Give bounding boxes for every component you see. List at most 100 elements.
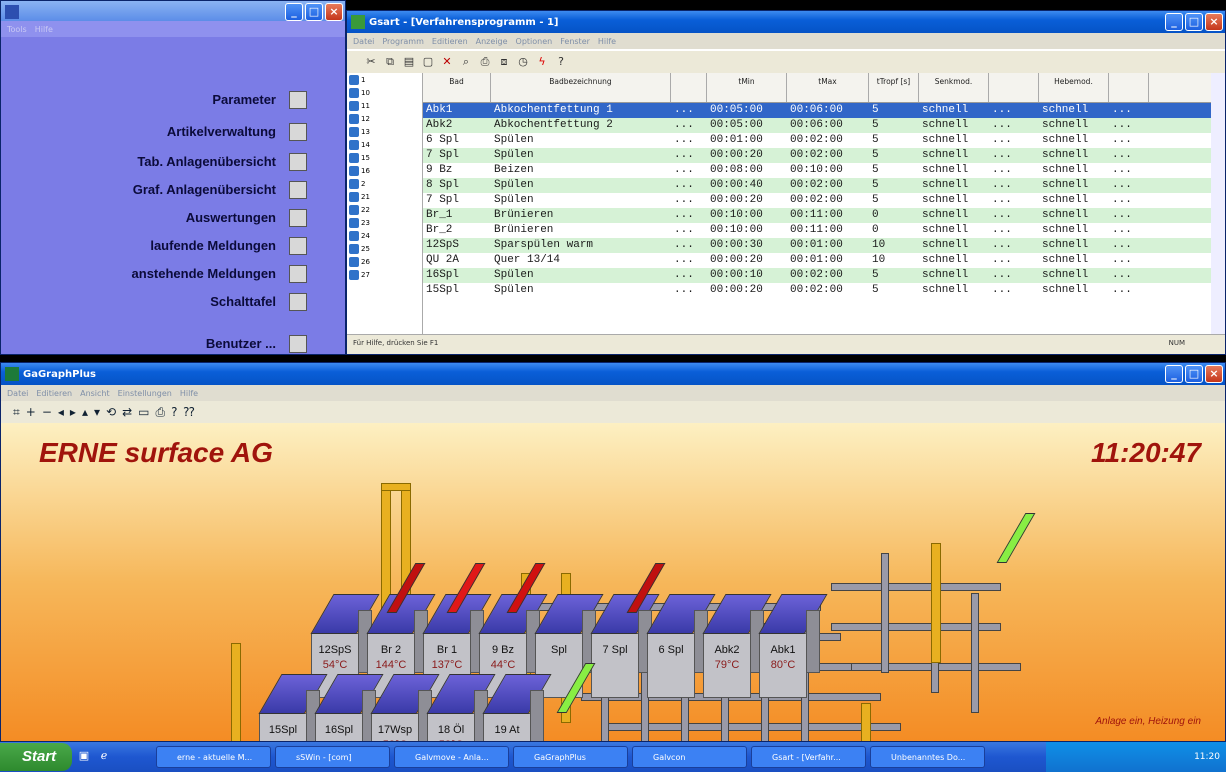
maximize-button[interactable]: □: [305, 3, 323, 21]
lightning-icon[interactable]: ϟ: [534, 54, 550, 70]
table-row[interactable]: 8 Spl Spülen... 00:00:40 00:02:00 5 schnell..…: [423, 178, 1211, 193]
taskbar-button[interactable]: erne - aktuelle M...: [156, 746, 271, 768]
menu-tools[interactable]: Tools: [7, 25, 27, 34]
tree-node[interactable]: 1: [349, 73, 422, 86]
menu-view[interactable]: Ansicht: [80, 389, 110, 398]
tank-front-2[interactable]: 17Wsp 53°C: [370, 674, 440, 741]
menu-settings[interactable]: Einstellungen: [118, 389, 172, 398]
tank-back-8[interactable]: Abk1 80°C: [758, 594, 828, 698]
main-menu-titlebar[interactable]: _ □ ×: [1, 1, 345, 21]
tree-node[interactable]: 15: [349, 151, 422, 164]
minimize-button[interactable]: _: [1165, 13, 1183, 31]
graph-tool-icon[interactable]: ⎙: [155, 405, 165, 420]
table-icon[interactable]: [289, 153, 307, 171]
table-row[interactable]: 7 Spl Spülen... 00:00:20 00:02:00 5 schnell..…: [423, 193, 1211, 208]
taskbar-button[interactable]: sSWin - [com]: [275, 746, 390, 768]
menu-button-7[interactable]: Schalttafel: [41, 291, 291, 313]
tree-node[interactable]: 14: [349, 138, 422, 151]
col-tdrip[interactable]: tTropf [s]: [869, 73, 919, 102]
menu-button-2[interactable]: Tab. Anlagenübersicht: [41, 151, 291, 173]
menu-button-4[interactable]: Auswertungen: [41, 207, 291, 229]
taskbar-button[interactable]: Galvcon: [632, 746, 747, 768]
switchboard-icon[interactable]: [289, 293, 307, 311]
tree-node[interactable]: 22: [349, 203, 422, 216]
col-bath-name[interactable]: Badbezeichnung: [491, 73, 671, 102]
menu-help[interactable]: Hilfe: [598, 37, 616, 46]
menu-edit[interactable]: Editieren: [36, 389, 72, 398]
chart-icon[interactable]: [289, 181, 307, 199]
close-button[interactable]: ×: [325, 3, 343, 21]
graph-tool-icon[interactable]: ▸: [70, 405, 76, 419]
graph-tool-icon[interactable]: ?: [171, 405, 177, 419]
maximize-button[interactable]: □: [1185, 365, 1203, 383]
print-icon[interactable]: ⎙: [477, 54, 493, 70]
col-tmin[interactable]: tMin: [707, 73, 787, 102]
pending-messages-icon[interactable]: [289, 265, 307, 283]
graph-tool-icon[interactable]: ◂: [58, 405, 64, 419]
table-row[interactable]: 16Spl Spülen... 00:00:10 00:02:00 5 schnell..…: [423, 268, 1211, 283]
tree-node[interactable]: 13: [349, 125, 422, 138]
menu-button-1[interactable]: Artikelverwaltung: [41, 121, 291, 143]
vertical-scrollbar[interactable]: [1211, 73, 1225, 335]
tree-node[interactable]: 25: [349, 242, 422, 255]
browser-icon[interactable]: ℯ: [96, 749, 112, 765]
tree-node[interactable]: 12: [349, 112, 422, 125]
table-row[interactable]: Br_1 Brünieren... 00:10:00 00:11:00 0 schnell…: [423, 208, 1211, 223]
paste-icon[interactable]: ▤: [401, 54, 417, 70]
graph-tool-icon[interactable]: −: [42, 405, 52, 419]
menu-button-3[interactable]: Graf. Anlagenübersicht: [41, 179, 291, 201]
menu-window[interactable]: Fenster: [560, 37, 590, 46]
col-tmax[interactable]: tMax: [787, 73, 869, 102]
user-icon[interactable]: [289, 335, 307, 353]
table-row[interactable]: Abk1 Abkochentfettung 1... 00:05:00 00:06:0…: [423, 103, 1211, 118]
new-icon[interactable]: ▢: [420, 54, 436, 70]
graph-tool-icon[interactable]: ▴: [82, 405, 88, 419]
tree-node[interactable]: 2: [349, 177, 422, 190]
cut-icon[interactable]: ✂: [363, 54, 379, 70]
menu-edit[interactable]: Editieren: [432, 37, 468, 46]
menu-help[interactable]: Hilfe: [35, 25, 53, 34]
graph-titlebar[interactable]: GaGraphPlus _ □ ×: [1, 363, 1225, 385]
taskbar-button[interactable]: Unbenanntes Do...: [870, 746, 985, 768]
delete-icon[interactable]: ✕: [439, 54, 455, 70]
graph-tool-icon[interactable]: +: [26, 405, 36, 419]
taskbar-button[interactable]: Galvmove - Anla...: [394, 746, 509, 768]
close-button[interactable]: ×: [1205, 13, 1223, 31]
graph-tool-icon[interactable]: ▭: [138, 405, 149, 419]
tree-node[interactable]: 10: [349, 86, 422, 99]
menu-button-5[interactable]: laufende Meldungen: [41, 235, 291, 257]
graph-tool-icon[interactable]: ⟲: [106, 405, 116, 419]
table-row[interactable]: Br_2 Brünieren... 00:10:00 00:11:00 0 schnell…: [423, 223, 1211, 238]
graph-tool-icon[interactable]: ⁇: [183, 405, 194, 419]
desktop-icon[interactable]: ▣: [76, 749, 92, 765]
minimize-button[interactable]: _: [1165, 365, 1183, 383]
tree-node[interactable]: 16: [349, 164, 422, 177]
menu-button-8[interactable]: Benutzer ...: [41, 333, 291, 354]
tank-back-6[interactable]: 6 Spl: [646, 594, 716, 698]
copy-icon[interactable]: ⧉: [382, 54, 398, 70]
tree-node[interactable]: 23: [349, 216, 422, 229]
taskbar-button[interactable]: GaGraphPlus: [513, 746, 628, 768]
table-row[interactable]: 15Spl Spülen... 00:00:20 00:02:00 5 schnell..…: [423, 283, 1211, 298]
tank-front-0[interactable]: 15Spl: [258, 674, 328, 741]
col-bath[interactable]: Bad: [423, 73, 491, 102]
minimize-button[interactable]: _: [285, 3, 303, 21]
graph-tool-icon[interactable]: ⇄: [122, 405, 132, 419]
tank-front-1[interactable]: 16Spl: [314, 674, 384, 741]
article-icon[interactable]: [289, 123, 307, 141]
help-icon[interactable]: ?: [553, 54, 569, 70]
tank-front-3[interactable]: 18 Öl 52°C: [426, 674, 496, 741]
col-lower-mode[interactable]: Senkmod.: [919, 73, 989, 102]
tree-node[interactable]: 21: [349, 190, 422, 203]
graph-tool-icon[interactable]: ⌗: [13, 405, 20, 420]
tank-back-7[interactable]: Abk2 79°C: [702, 594, 772, 698]
maximize-button[interactable]: □: [1185, 13, 1203, 31]
tank-back-5[interactable]: 7 Spl: [590, 594, 660, 698]
table-row[interactable]: 7 Spl Spülen... 00:00:20 00:02:00 5 schnell..…: [423, 148, 1211, 163]
table-row[interactable]: 9 Bz Beizen... 00:08:00 00:10:00 5 schnell...…: [423, 163, 1211, 178]
parameter-icon[interactable]: [289, 91, 307, 109]
menu-file[interactable]: Datei: [7, 389, 28, 398]
window-icon[interactable]: ⧈: [496, 54, 512, 70]
menu-button-6[interactable]: anstehende Meldungen: [41, 263, 291, 285]
taskbar-button[interactable]: Gsart - [Verfahr...: [751, 746, 866, 768]
